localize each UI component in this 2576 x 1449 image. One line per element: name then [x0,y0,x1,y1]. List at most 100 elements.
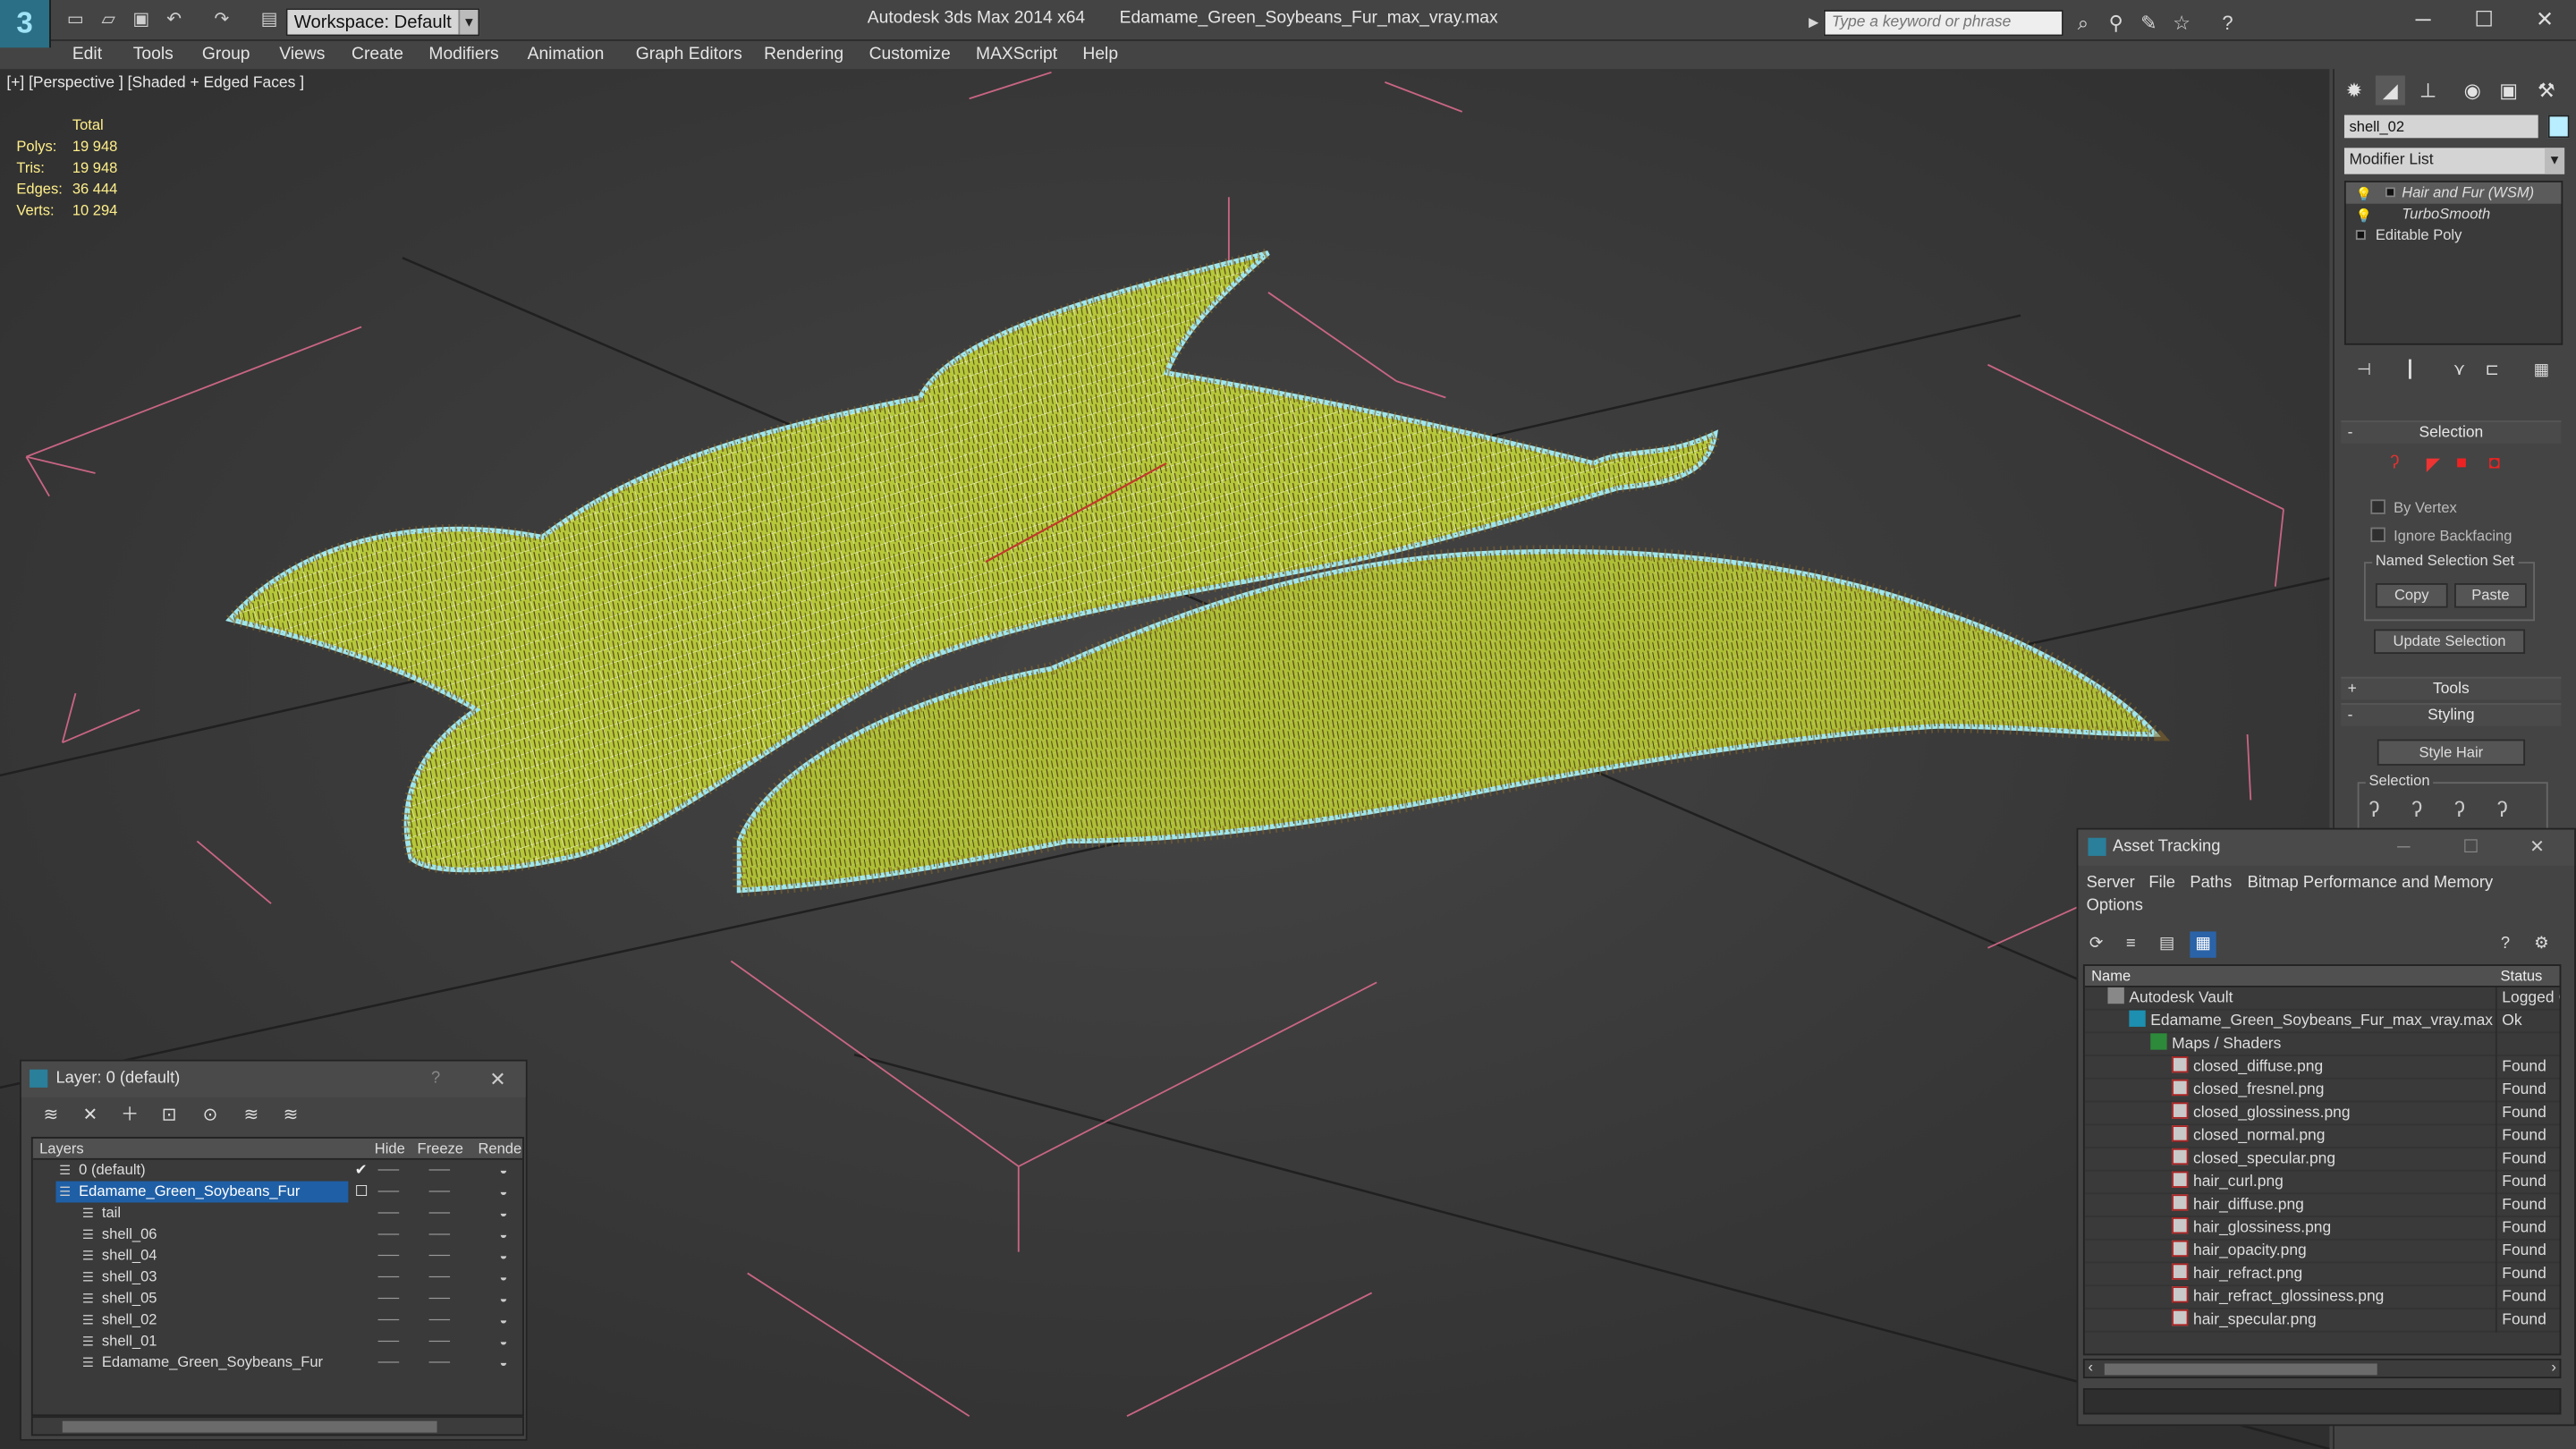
layer-name[interactable]: ☰ Edamame_Green_Soybeans_Fur [55,1181,349,1203]
bulb-icon[interactable]: 💡 [2356,206,2372,227]
render-teapot-icon[interactable]: ◒ [493,1309,514,1331]
asset-row[interactable]: hair_opacity.png Found [2084,1240,2560,1264]
select-by-root-icon[interactable]: ʔ [2497,797,2508,822]
render-teapot-icon[interactable]: ◒ [493,1352,514,1374]
asset-name[interactable]: closed_fresnel.png [2172,1079,2324,1103]
freeze-toggle[interactable]: ── [428,1224,450,1245]
highlight-layer-icon[interactable]: ⊙ [197,1102,223,1128]
close-button[interactable]: ✕ [2520,5,2569,35]
hide-toggle[interactable]: ── [377,1352,399,1374]
maximize-button[interactable]: ☐ [2460,5,2509,35]
layer-row[interactable]: ☰ shell_02 ── ── ◒ [33,1309,522,1331]
ignore-backfacing-checkbox[interactable]: Ignore Backfacing [2370,527,2512,544]
select-element-icon[interactable]: ◘ [2489,453,2500,473]
layer-name[interactable]: ☰ shell_02 [79,1309,164,1331]
freeze-toggle[interactable]: ── [428,1182,450,1203]
render-teapot-icon[interactable]: ◒ [493,1245,514,1267]
select-whole-guide-icon[interactable]: ʔ [2411,797,2422,822]
close-icon[interactable]: ✕ [2529,830,2545,866]
freeze-toggle[interactable]: ── [428,1288,450,1309]
render-teapot-icon[interactable]: ◒ [493,1288,514,1309]
layer-name[interactable]: ☰ Edamame_Green_Soybeans_Fur [79,1352,329,1374]
refresh-icon[interactable]: ⟳ [2083,931,2109,957]
scroll-right-icon[interactable]: › [2551,1359,2556,1375]
asset-name[interactable]: closed_specular.png [2172,1148,2335,1172]
styling-rollout-header[interactable]: - Styling [2341,703,2562,726]
minimize-icon[interactable]: ─ [2397,830,2410,866]
tip-icon[interactable]: ◤ [2427,453,2441,475]
tools-rollout-header[interactable]: + Tools [2341,676,2562,700]
scroll-thumb[interactable] [62,1420,437,1433]
settings-icon[interactable]: ⚙ [2529,931,2555,957]
current-layer-check[interactable]: ✔ [355,1160,368,1182]
asset-row[interactable]: hair_curl.png Found [2084,1171,2560,1195]
minimize-button[interactable]: ─ [2399,5,2448,35]
by-vertex-checkbox[interactable]: By Vertex [2370,499,2457,516]
close-icon[interactable]: ✕ [489,1062,505,1097]
scroll-left-icon[interactable]: ‹ [2088,1359,2093,1375]
hide-toggle[interactable]: ── [377,1267,399,1288]
asset-name[interactable]: hair_refract.png [2172,1263,2302,1286]
layer-name[interactable]: ☰ shell_01 [79,1331,164,1352]
asset-row[interactable]: hair_diffuse.png Found [2084,1194,2560,1217]
asset-row[interactable]: hair_specular.png Found [2084,1309,2560,1333]
remove-modifier-icon[interactable]: ⊏ [2479,358,2505,384]
new-file-icon[interactable]: ▭ [63,8,89,33]
app-logo-icon[interactable]: 3 [0,0,51,48]
asset-name[interactable]: closed_normal.png [2172,1125,2325,1148]
menu-animation[interactable]: Animation [528,45,605,64]
hide-toggle[interactable]: ── [377,1160,399,1182]
select-guide-vertices-icon[interactable]: ʔ [2454,797,2465,822]
freeze-toggle[interactable]: ── [428,1331,450,1352]
utilities-tab-icon[interactable]: ⚒ [2531,75,2561,105]
current-layer-check[interactable]: ☐ [355,1182,369,1203]
asset-name[interactable]: Edamame_Green_Soybeans_Fur_max_vray.max [2129,1010,2493,1034]
freeze-toggle[interactable]: ── [428,1202,450,1224]
layer-row[interactable]: ☰ shell_05 ── ── ◒ [33,1288,522,1309]
menu-create[interactable]: Create [352,45,403,64]
menu-modifiers[interactable]: Modifiers [428,45,498,64]
asset-row[interactable]: closed_specular.png Found [2084,1148,2560,1172]
render-teapot-icon[interactable]: ◒ [493,1331,514,1352]
scroll-thumb[interactable] [2104,1363,2377,1376]
object-name-field[interactable]: shell_02 [2343,114,2538,139]
asset-name[interactable]: hair_opacity.png [2172,1240,2307,1264]
search-input[interactable] [1823,10,2063,37]
object-color-swatch[interactable] [2547,114,2570,139]
pin-stack-icon[interactable]: ⊣ [2351,358,2377,384]
subscription-icon[interactable]: ⚲ [2103,10,2129,36]
create-tab-icon[interactable]: ✹ [2339,75,2368,105]
help-icon[interactable]: ? [2492,931,2518,957]
table-view-icon[interactable]: ▦ [2190,931,2216,958]
asset-name[interactable]: closed_diffuse.png [2172,1055,2323,1080]
list-view-icon[interactable]: ≡ [2118,931,2144,957]
hide-toggle[interactable]: ── [377,1331,399,1352]
asset-name[interactable]: hair_glossiness.png [2172,1216,2331,1241]
guides-icon[interactable]: ʔ [2390,453,2399,473]
render-teapot-icon[interactable]: ◒ [493,1267,514,1288]
layer-row[interactable]: ☰ Edamame_Green_Soybeans_Fur ☐ ── ── ◒ [33,1181,522,1203]
freeze-all-icon[interactable]: ≋ [277,1102,303,1128]
asset-row[interactable]: Autodesk Vault Logged O [2084,987,2560,1011]
layers-icon[interactable]: ≋ [38,1102,64,1128]
hierarchy-tab-icon[interactable]: ⊥ [2413,75,2443,105]
col-name[interactable]: Name [2091,966,2131,987]
asset-menu-bitmap-performance[interactable]: Bitmap Performance and Memory [2248,874,2494,892]
render-teapot-icon[interactable]: ◒ [493,1202,514,1224]
render-teapot-icon[interactable]: ◒ [493,1224,514,1245]
render-teapot-icon[interactable]: ◒ [493,1182,514,1203]
show-end-result-icon[interactable]: ┃ [2397,358,2423,384]
layer-name[interactable]: ☰ 0 (default) [55,1160,152,1182]
asset-row[interactable]: Maps / Shaders [2084,1033,2560,1056]
col-render[interactable]: Render [478,1139,522,1160]
asset-row[interactable]: hair_glossiness.png Found [2084,1216,2560,1241]
freeze-toggle[interactable]: ── [428,1352,450,1374]
layer-row[interactable]: ☰ shell_06 ── ── ◒ [33,1224,522,1245]
menu-edit[interactable]: Edit [72,45,102,64]
favorites-star-icon[interactable]: ☆ [2168,10,2194,36]
hide-toggle[interactable]: ── [377,1182,399,1203]
selection-rollout-header[interactable]: - Selection [2341,420,2562,444]
delete-layer-icon[interactable]: ✕ [77,1102,103,1128]
menu-group[interactable]: Group [202,45,250,64]
stack-item-turbosmooth[interactable]: 💡 TurboSmooth [2346,204,2562,225]
